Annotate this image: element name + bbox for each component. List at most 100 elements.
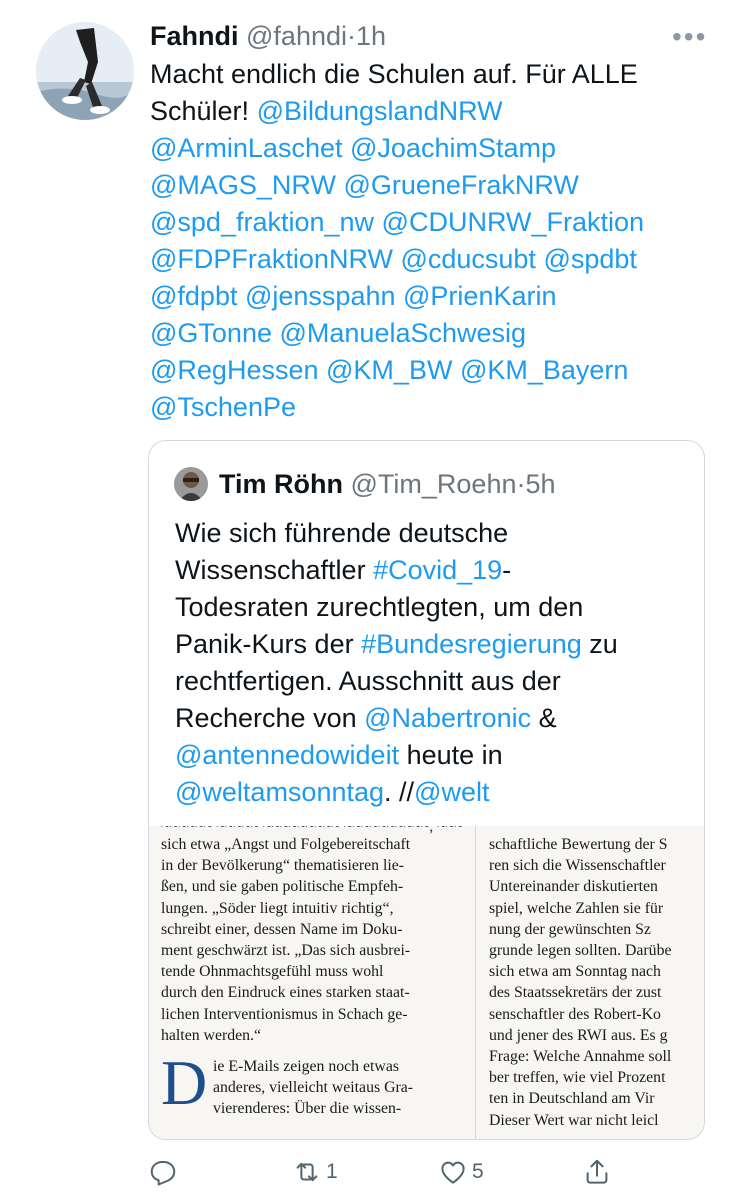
mention-link[interactable]: @TschenPe	[150, 392, 296, 422]
text-segment	[237, 281, 245, 311]
action-bar: 1 5	[0, 1150, 741, 1194]
quoted-author-name[interactable]: Tim Röhn	[219, 469, 343, 499]
text-line: @weltamsonntag. //@welt	[175, 774, 695, 811]
newspaper-line: lichen Interventionismus in Schach ge-	[161, 1005, 408, 1023]
mention-link[interactable]: @spdbt	[543, 244, 636, 274]
hashtag-link[interactable]: #Bundesregierung	[361, 629, 582, 659]
mention-link[interactable]: @KM_BW	[326, 355, 452, 385]
author-name[interactable]: Fahndi	[150, 21, 239, 51]
mention-link[interactable]: @GTonne	[150, 318, 272, 348]
text-segment: . //	[384, 777, 415, 807]
newspaper-line: ten in Deutschland am Vir	[489, 1090, 655, 1108]
quoted-tweet-card[interactable]: Tim Röhn @Tim_Roehn·5h Wie sich führende…	[148, 440, 705, 1140]
newspaper-line: des Staatssekretärs der zust	[489, 984, 662, 1002]
text-segment: Panik-Kurs der	[175, 629, 362, 659]
tweet-time[interactable]: 1h	[356, 21, 386, 51]
text-line: Panik-Kurs der #Bundesregierung zu	[175, 626, 695, 663]
mention-link[interactable]: @JoachimStamp	[350, 133, 556, 163]
mention-link[interactable]: @fdpbt	[150, 281, 237, 311]
text-segment: Todesraten zurechtlegten, um den	[175, 592, 584, 622]
mention-link[interactable]: @jensspahn	[245, 281, 396, 311]
mention-link[interactable]: @FDPFraktionNRW	[150, 244, 393, 274]
mention-link[interactable]: @KM_Bayern	[460, 355, 628, 385]
newspaper-line: und jener des RWI aus. Es g	[489, 1026, 668, 1044]
tweet-header: Fahndi @fahndi·1h	[150, 20, 386, 52]
quoted-author-handle[interactable]: @Tim_Roehn	[351, 469, 517, 499]
newspaper-line: nung der gewünschten Sz	[489, 920, 651, 938]
retweet-count: 1	[326, 1160, 338, 1183]
text-segment: -	[502, 555, 512, 585]
more-options-icon[interactable]: •••	[672, 23, 707, 51]
share-button[interactable]	[582, 1150, 616, 1194]
author-handle[interactable]: @fahndi	[246, 21, 347, 51]
newspaper-line: anderes, vielleicht weitaus Gra-	[213, 1079, 414, 1097]
text-segment	[452, 355, 460, 385]
mention-link[interactable]: @PrienKarin	[403, 281, 556, 311]
mention-link[interactable]: @ManuelaSchwesig	[280, 318, 527, 348]
text-line: @MAGS_NRW @GrueneFrakNRW	[150, 167, 710, 204]
text-line: @antennedowideit heute in	[175, 737, 695, 774]
mention-link[interactable]: @antennedowideit	[175, 740, 399, 770]
newspaper-line: schreibt einer, dessen Name im Doku-	[161, 920, 403, 938]
newspaper-line: ren sich die Wissenschaftler	[489, 857, 666, 875]
mention-link[interactable]: @GrueneFrakNRW	[343, 170, 578, 200]
reply-button[interactable]	[148, 1150, 182, 1194]
newspaper-line: halten werden.“	[161, 1026, 261, 1044]
text-segment: Recherche von	[175, 703, 365, 733]
text-line: Todesraten zurechtlegten, um den	[175, 589, 695, 626]
share-icon	[586, 1159, 608, 1184]
text-segment	[374, 207, 382, 237]
header-separator: ·	[347, 21, 356, 51]
text-line: @RegHessen @KM_BW @KM_Bayern	[150, 352, 710, 389]
heart-icon	[441, 1161, 465, 1184]
newspaper-line: ie E-Mails zeigen noch etwas	[213, 1058, 399, 1075]
newspaper-line: Untereinander diskutierten	[489, 878, 658, 896]
text-line: Macht endlich die Schulen auf. Für ALLE	[150, 56, 710, 93]
retweet-icon	[296, 1162, 318, 1182]
mention-link[interactable]: @weltamsonntag	[175, 777, 384, 807]
mention-link[interactable]: @cducsubt	[400, 244, 535, 274]
mention-link[interactable]: @BildungslandNRW	[257, 96, 503, 126]
mention-link[interactable]: @welt	[414, 777, 489, 807]
newspaper-column-2: schaftliche Bewertung der S ren sich die …	[489, 834, 704, 1131]
runner-photo	[36, 22, 134, 120]
hashtag-link[interactable]: #Covid_19	[373, 555, 502, 585]
text-segment: Macht endlich die Schulen auf. Für ALLE	[150, 59, 638, 89]
text-segment: Schüler!	[150, 96, 257, 126]
newspaper-line: schaftliche Bewertung der S	[489, 836, 668, 853]
mention-link[interactable]: @CDUNRW_Fraktion	[382, 207, 644, 237]
text-segment: &	[531, 703, 557, 733]
text-line: @GTonne @ManuelaSchwesig	[150, 315, 710, 352]
mention-link[interactable]: @MAGS_NRW	[150, 170, 336, 200]
newspaper-line: ber treffen, wie viel Prozent	[489, 1069, 666, 1087]
newspaper-line: vierenderes: Über die wissen-	[213, 1100, 402, 1118]
newspaper-line: spiel, welche Zahlen sie für	[489, 899, 664, 917]
portrait-photo	[174, 467, 208, 501]
mention-link[interactable]: @RegHessen	[150, 355, 319, 385]
newspaper-line: tende Ohnmachtsgefühl muss wohl	[161, 963, 384, 981]
text-segment: Wie sich führende deutsche	[175, 518, 509, 548]
newspaper-line: sich etwa „Angst und Folgebereitschaft	[161, 836, 411, 853]
newspaper-line: in der Bevölkerung“ thematisieren lie-	[161, 857, 405, 875]
mention-link[interactable]: @ArminLaschet	[150, 133, 342, 163]
newspaper-line: Frage: Welche Annahme soll	[489, 1048, 672, 1066]
text-line: @ArminLaschet @JoachimStamp	[150, 130, 710, 167]
mention-link[interactable]: @spd_fraktion_nw	[150, 207, 374, 237]
retweet-button[interactable]: 1	[292, 1150, 338, 1194]
text-line: @spd_fraktion_nw @CDUNRW_Fraktion	[150, 204, 710, 241]
like-button[interactable]: 5	[438, 1150, 484, 1194]
text-line: Recherche von @Nabertronic &	[175, 700, 695, 737]
newspaper-clipping-image[interactable]: ~~~~~~ ~~~~~ ~~~~~~~~~ ~~~~~~~~~~, ~~~ s…	[149, 826, 704, 1139]
column-divider	[475, 826, 476, 1139]
text-segment: rechtfertigen. Ausschnitt aus der	[175, 666, 561, 696]
mention-link[interactable]: @Nabertronic	[364, 703, 531, 733]
newspaper-line: lungen. „Söder liegt intuitiv richtig“,	[161, 899, 394, 917]
text-segment	[272, 318, 280, 348]
newspaper-line: sich etwa am Sonntag nach	[489, 963, 661, 981]
quoted-header: Tim Röhn @Tim_Roehn·5h	[219, 467, 556, 501]
newspaper-line: ment geschwärzt ist. „Das sich ausbrei-	[161, 942, 411, 960]
author-avatar[interactable]	[36, 22, 134, 120]
quoted-time[interactable]: 5h	[525, 469, 555, 499]
newspaper-line: durch den Eindruck eines starken staat-	[161, 984, 410, 1002]
quoted-tweet-text: Wie sich führende deutsche Wissenschaftle…	[175, 515, 695, 811]
